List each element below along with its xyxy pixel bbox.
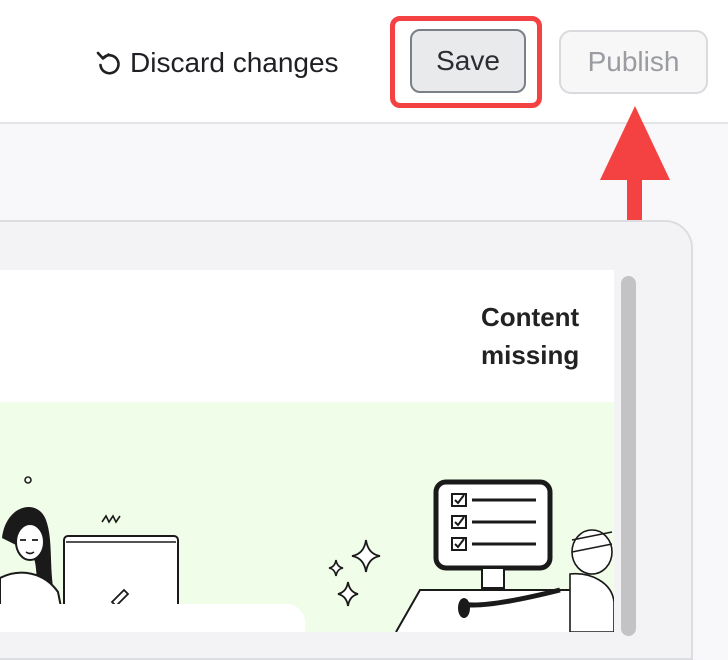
empty-state-illustration <box>0 402 614 632</box>
content-card: Content missing <box>0 270 614 632</box>
discard-changes-button[interactable]: Discard changes <box>94 40 339 86</box>
publish-button[interactable]: Publish <box>559 30 708 94</box>
undo-icon <box>94 48 124 78</box>
save-highlight-box <box>390 16 542 108</box>
scrollbar-thumb[interactable] <box>621 276 636 636</box>
content-card-footer <box>0 604 305 632</box>
discard-changes-label: Discard changes <box>130 47 339 78</box>
content-status: Content missing <box>481 302 580 370</box>
